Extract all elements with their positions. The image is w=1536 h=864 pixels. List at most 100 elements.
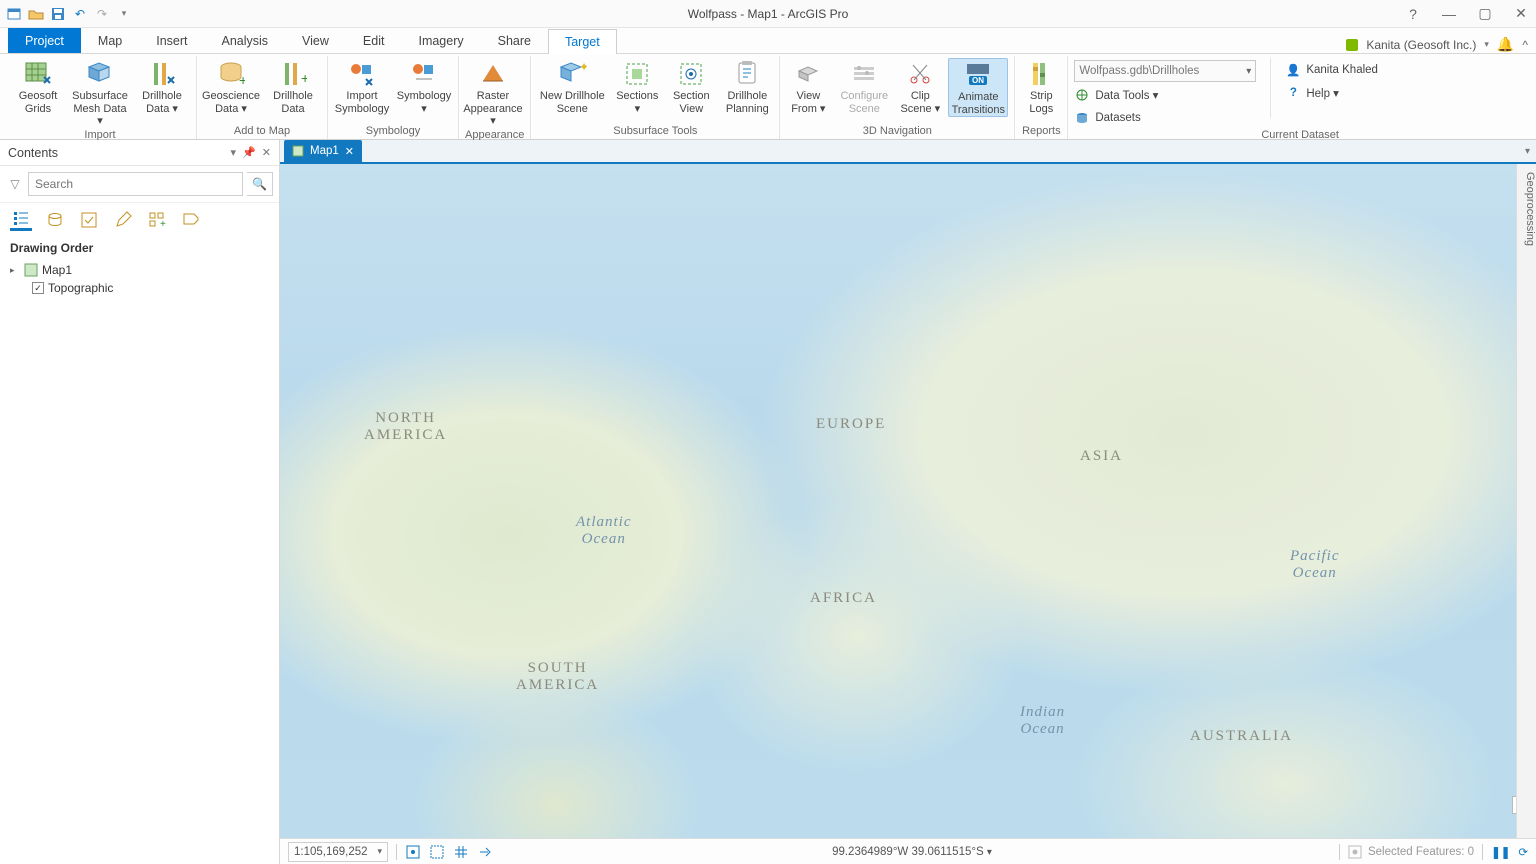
data-tools-button[interactable]: Data Tools ▾ bbox=[1074, 85, 1256, 105]
tab-map[interactable]: Map bbox=[81, 28, 139, 53]
sections-button[interactable]: Sections ▾ bbox=[613, 58, 661, 115]
qat-dropdown-icon[interactable]: ▾ bbox=[116, 6, 132, 22]
title-bar: ↶ ↷ ▾ Wolfpass - Map1 - ArcGIS Pro ? — ▢… bbox=[0, 0, 1536, 28]
open-project-icon[interactable] bbox=[28, 6, 44, 22]
view-from-button[interactable]: View From ▾ bbox=[786, 58, 830, 115]
list-by-selection-icon[interactable] bbox=[78, 209, 100, 231]
group-appearance: Raster Appearance ▾ Appearance bbox=[459, 56, 531, 139]
section-view-button[interactable]: Section View bbox=[667, 58, 715, 115]
ribbon-content: Geosoft Grids Subsurface Mesh Data ▾ Dri… bbox=[0, 54, 1536, 140]
snap-icon[interactable] bbox=[405, 844, 421, 860]
contents-view-switch: + bbox=[0, 203, 279, 235]
undo-icon[interactable]: ↶ bbox=[72, 6, 88, 22]
drawing-order-heading: Drawing Order bbox=[10, 241, 269, 255]
coordinates-readout: 99.2364989°W 39.0611515°S ▾ bbox=[493, 846, 1331, 858]
list-by-snapping-icon[interactable]: + bbox=[146, 209, 168, 231]
filter-icon[interactable]: ▽ bbox=[6, 172, 24, 196]
account-row[interactable]: 👤Kanita Khaled bbox=[1285, 60, 1378, 80]
geosoft-grids-button[interactable]: Geosoft Grids bbox=[10, 58, 66, 115]
status-bar: 1:105,169,252▾ 99.2364989°W 39.0611515°S… bbox=[280, 838, 1536, 864]
group-3d-navigation: View From ▾ Configure Scene Clip Scene ▾… bbox=[780, 56, 1015, 139]
maximize-button[interactable]: ▢ bbox=[1476, 5, 1494, 23]
redo-icon[interactable]: ↷ bbox=[94, 6, 110, 22]
label-north-america: NORTH AMERICA bbox=[364, 410, 447, 444]
view-tab-map1[interactable]: Map1 ✕ bbox=[284, 140, 362, 162]
svg-text:ON: ON bbox=[972, 76, 984, 85]
list-by-labeling-icon[interactable] bbox=[180, 209, 202, 231]
pane-close-icon[interactable]: ✕ bbox=[262, 146, 271, 159]
list-by-drawing-order-icon[interactable] bbox=[10, 209, 32, 231]
refresh-icon[interactable]: ⟳ bbox=[1518, 845, 1528, 859]
strip-logs-button[interactable]: Strip Logs bbox=[1021, 58, 1061, 115]
collapse-ribbon-icon[interactable]: ^ bbox=[1522, 38, 1528, 52]
label-indian: Indian Ocean bbox=[1020, 704, 1065, 738]
layer-visibility-checkbox[interactable]: ✓ bbox=[32, 282, 44, 294]
minimize-button[interactable]: — bbox=[1440, 5, 1458, 23]
geoscience-data-button[interactable]: +Geoscience Data ▾ bbox=[203, 58, 259, 115]
tree-layer-topographic[interactable]: ✓ Topographic bbox=[32, 279, 269, 297]
contents-tree: Drawing Order ▸ Map1 ✓ Topographic bbox=[0, 235, 279, 303]
pane-pin-icon[interactable]: 📌 bbox=[242, 146, 256, 159]
clip-scene-button[interactable]: Clip Scene ▾ bbox=[898, 58, 942, 115]
subsurface-mesh-data-button[interactable]: Subsurface Mesh Data ▾ bbox=[72, 58, 128, 128]
drillhole-data-import-button[interactable]: Drillhole Data ▾ bbox=[134, 58, 190, 115]
geoprocessing-tab[interactable]: Geoprocessing bbox=[1516, 164, 1536, 838]
tab-project[interactable]: Project bbox=[8, 28, 81, 53]
datasets-button[interactable]: Datasets bbox=[1074, 108, 1256, 128]
svg-text:+: + bbox=[301, 70, 307, 86]
pause-draw-icon[interactable]: ❚❚ bbox=[1491, 845, 1510, 859]
signed-in-user[interactable]: Kanita (Geosoft Inc.) bbox=[1366, 38, 1476, 52]
tab-share[interactable]: Share bbox=[481, 28, 548, 53]
import-symbology-button[interactable]: Import Symbology bbox=[334, 58, 390, 115]
drillhole-data-add-button[interactable]: +Drillhole Data bbox=[265, 58, 321, 115]
window-controls: ? — ▢ ✕ bbox=[1404, 5, 1530, 23]
constraints-icon[interactable] bbox=[429, 844, 445, 860]
map-canvas[interactable]: NORTH AMERICA SOUTH AMERICA EUROPE AFRIC… bbox=[280, 164, 1536, 838]
new-project-icon[interactable] bbox=[6, 6, 22, 22]
group-label: Subsurface Tools bbox=[537, 124, 773, 139]
map-area: Map1 ✕ ▾ NORTH AMERICA SOUTH AMERICA EUR… bbox=[280, 140, 1536, 864]
tab-imagery[interactable]: Imagery bbox=[401, 28, 480, 53]
close-view-icon[interactable]: ✕ bbox=[345, 145, 354, 158]
notifications-icon[interactable]: 🔔 bbox=[1497, 36, 1514, 53]
tab-view[interactable]: View bbox=[285, 28, 346, 53]
main-area: Contents ▾ 📌 ✕ ▽ 🔍 + D bbox=[0, 140, 1536, 864]
drillhole-planning-button[interactable]: Drillhole Planning bbox=[721, 58, 773, 115]
animate-transitions-button[interactable]: ONAnimate Transitions bbox=[948, 58, 1008, 117]
list-by-editing-icon[interactable] bbox=[112, 209, 134, 231]
dataset-selector[interactable]: Wolfpass.gdb\Drillholes▾ bbox=[1074, 60, 1256, 82]
view-tab-strip: Map1 ✕ ▾ bbox=[280, 140, 1536, 164]
scale-input[interactable]: 1:105,169,252▾ bbox=[288, 842, 388, 862]
group-label: 3D Navigation bbox=[786, 124, 1008, 139]
contents-search: ▽ 🔍 bbox=[0, 166, 279, 203]
selected-features[interactable]: Selected Features: 0 bbox=[1348, 845, 1474, 859]
group-label: Symbology bbox=[334, 124, 452, 139]
save-icon[interactable] bbox=[50, 6, 66, 22]
svg-text:+: + bbox=[160, 219, 166, 229]
group-label: Reports bbox=[1021, 124, 1061, 139]
label-atlantic: Atlantic Ocean bbox=[576, 514, 632, 548]
basemap bbox=[280, 164, 1536, 838]
label-asia: ASIA bbox=[1080, 448, 1123, 465]
list-by-source-icon[interactable] bbox=[44, 209, 66, 231]
tab-target[interactable]: Target bbox=[548, 29, 617, 54]
pane-dropdown-icon[interactable]: ▾ bbox=[231, 146, 237, 159]
view-tab-menu-icon[interactable]: ▾ bbox=[1525, 146, 1530, 157]
raster-appearance-button[interactable]: Raster Appearance ▾ bbox=[465, 58, 521, 128]
tab-analysis[interactable]: Analysis bbox=[205, 28, 286, 53]
symbology-button[interactable]: Symbology ▾ bbox=[396, 58, 452, 115]
search-input[interactable] bbox=[28, 172, 243, 196]
help-button[interactable]: ?Help ▾ bbox=[1285, 83, 1378, 103]
new-drillhole-scene-button[interactable]: ✦New Drillhole Scene bbox=[537, 58, 607, 115]
correction-icon[interactable] bbox=[477, 844, 493, 860]
label-pacific: Pacific Ocean bbox=[1290, 548, 1339, 582]
configure-scene-button: Configure Scene bbox=[836, 58, 892, 115]
close-button[interactable]: ✕ bbox=[1512, 5, 1530, 23]
grid-icon[interactable] bbox=[453, 844, 469, 860]
tree-map-node[interactable]: ▸ Map1 bbox=[10, 261, 269, 279]
help-icon[interactable]: ? bbox=[1404, 5, 1422, 23]
tab-insert[interactable]: Insert bbox=[139, 28, 204, 53]
tab-edit[interactable]: Edit bbox=[346, 28, 402, 53]
search-icon[interactable]: 🔍 bbox=[247, 172, 273, 196]
group-reports: Strip Logs Reports bbox=[1015, 56, 1068, 139]
